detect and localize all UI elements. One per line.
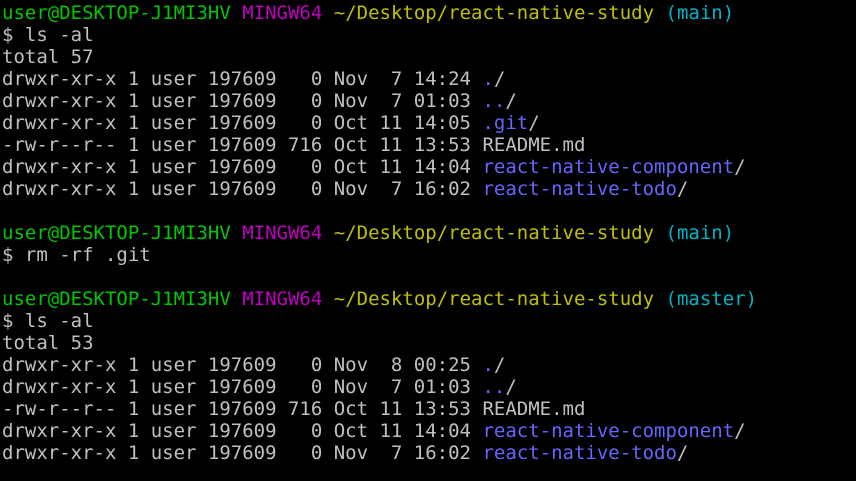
terminal-output[interactable]: user@DESKTOP-J1MI3HV MINGW64 ~/Desktop/r… bbox=[2, 2, 854, 479]
listing-row: drwxr-xr-x 1 user 197609 0 Nov 7 01:03 .… bbox=[2, 90, 854, 112]
directory-name: react-native-component bbox=[482, 156, 735, 178]
prompt-branch: (main) bbox=[665, 2, 735, 24]
listing-row: -rw-r--r-- 1 user 197609 716 Oct 11 13:5… bbox=[2, 134, 854, 156]
listing-meta: drwxr-xr-x 1 user 197609 0 Nov 7 01:03 bbox=[2, 90, 483, 112]
directory-slash: / bbox=[528, 112, 540, 134]
command-line: $ rm -rf .git bbox=[2, 244, 151, 266]
prompt-path: ~/Desktop/react-native-study bbox=[333, 288, 655, 310]
directory-slash: / bbox=[493, 354, 506, 376]
directory-name: .git bbox=[482, 112, 529, 134]
directory-slash: / bbox=[734, 156, 746, 178]
listing-row: drwxr-xr-x 1 user 197609 0 Oct 11 14:05 … bbox=[2, 112, 854, 134]
directory-slash: / bbox=[505, 376, 517, 398]
directory-name: . bbox=[482, 354, 494, 376]
command-line: $ ls -al bbox=[2, 24, 94, 46]
directory-name: react-native-todo bbox=[482, 178, 677, 200]
directory-slash: / bbox=[493, 68, 506, 90]
listing-row: drwxr-xr-x 1 user 197609 0 Nov 7 14:24 .… bbox=[2, 68, 854, 90]
directory-slash: / bbox=[505, 90, 517, 112]
directory-slash: / bbox=[676, 442, 689, 464]
listing-meta: drwxr-xr-x 1 user 197609 0 Nov 8 00:25 bbox=[2, 354, 483, 376]
listing-row: drwxr-xr-x 1 user 197609 0 Oct 11 14:04 … bbox=[2, 156, 854, 178]
directory-slash: / bbox=[734, 420, 746, 442]
file-name: README.md bbox=[482, 134, 586, 156]
listing-meta: drwxr-xr-x 1 user 197609 0 Nov 7 01:03 bbox=[2, 376, 483, 398]
file-name: README.md bbox=[482, 398, 586, 420]
directory-name: .. bbox=[482, 90, 506, 112]
prompt-path: ~/Desktop/react-native-study bbox=[333, 222, 655, 244]
prompt-line: user@DESKTOP-J1MI3HV MINGW64 ~/Desktop/r… bbox=[2, 222, 854, 244]
listing-meta: drwxr-xr-x 1 user 197609 0 Oct 11 14:05 bbox=[2, 112, 483, 134]
directory-name: .. bbox=[482, 376, 506, 398]
listing-row: drwxr-xr-x 1 user 197609 0 Nov 8 00:25 .… bbox=[2, 354, 854, 376]
listing-row: -rw-r--r-- 1 user 197609 716 Oct 11 13:5… bbox=[2, 398, 854, 420]
listing-meta: drwxr-xr-x 1 user 197609 0 Nov 7 16:02 bbox=[2, 178, 483, 200]
command-line: $ ls -al bbox=[2, 310, 94, 332]
directory-name: react-native-todo bbox=[482, 442, 677, 464]
listing-meta: drwxr-xr-x 1 user 197609 0 Nov 7 14:24 bbox=[2, 68, 483, 90]
prompt-branch: (master) bbox=[665, 288, 758, 310]
prompt-branch: (main) bbox=[665, 222, 735, 244]
listing-meta: drwxr-xr-x 1 user 197609 0 Oct 11 14:04 bbox=[2, 420, 483, 442]
prompt-user-host: user@DESKTOP-J1MI3HV bbox=[2, 288, 231, 310]
listing-row: drwxr-xr-x 1 user 197609 0 Nov 7 01:03 .… bbox=[2, 376, 854, 398]
prompt-system: MINGW64 bbox=[242, 288, 323, 310]
listing-meta: -rw-r--r-- 1 user 197609 716 Oct 11 13:5… bbox=[2, 398, 483, 420]
directory-name: . bbox=[482, 68, 494, 90]
output-line: total 57 bbox=[2, 46, 94, 68]
output-line: total 53 bbox=[2, 332, 94, 354]
prompt-path: ~/Desktop/react-native-study bbox=[333, 2, 655, 24]
listing-meta: -rw-r--r-- 1 user 197609 716 Oct 11 13:5… bbox=[2, 134, 483, 156]
listing-row: drwxr-xr-x 1 user 197609 0 Nov 7 16:02 r… bbox=[2, 178, 854, 200]
prompt-system: MINGW64 bbox=[242, 222, 323, 244]
listing-row: drwxr-xr-x 1 user 197609 0 Nov 7 16:02 r… bbox=[2, 442, 854, 464]
prompt-line: user@DESKTOP-J1MI3HV MINGW64 ~/Desktop/r… bbox=[2, 2, 854, 24]
listing-meta: drwxr-xr-x 1 user 197609 0 Oct 11 14:04 bbox=[2, 156, 483, 178]
directory-slash: / bbox=[676, 178, 689, 200]
listing-row: drwxr-xr-x 1 user 197609 0 Oct 11 14:04 … bbox=[2, 420, 854, 442]
prompt-user-host: user@DESKTOP-J1MI3HV bbox=[2, 2, 231, 24]
directory-name: react-native-component bbox=[482, 420, 735, 442]
prompt-user-host: user@DESKTOP-J1MI3HV bbox=[2, 222, 231, 244]
listing-meta: drwxr-xr-x 1 user 197609 0 Nov 7 16:02 bbox=[2, 442, 483, 464]
prompt-system: MINGW64 bbox=[242, 2, 323, 24]
prompt-line: user@DESKTOP-J1MI3HV MINGW64 ~/Desktop/r… bbox=[2, 288, 854, 310]
